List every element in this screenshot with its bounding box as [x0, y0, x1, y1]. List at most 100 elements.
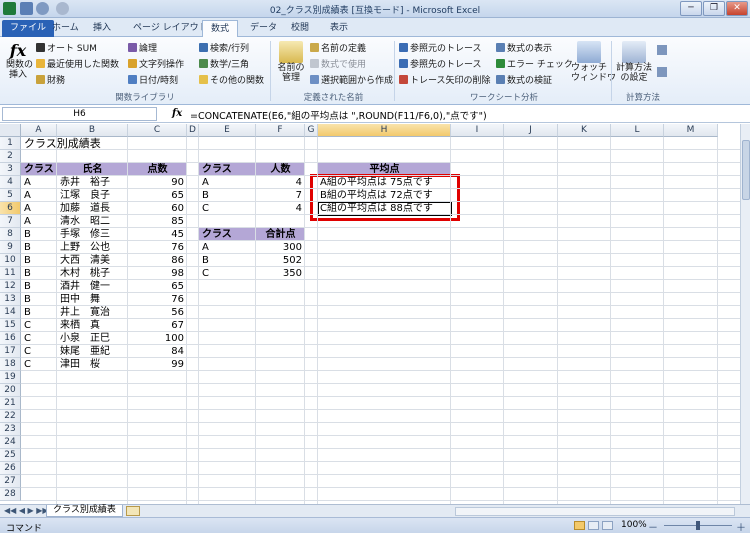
student-name[interactable]: 加藤 道長 — [60, 202, 110, 215]
student-class[interactable]: A — [24, 215, 31, 228]
recent-functions-button[interactable]: 最近使用した関数 — [36, 57, 119, 70]
student-name[interactable]: 来栖 真 — [60, 319, 100, 332]
tab-home[interactable]: ホーム — [44, 20, 87, 37]
column-header[interactable]: K — [558, 124, 611, 137]
row-header[interactable]: 24 — [0, 436, 21, 449]
total-class[interactable]: A — [202, 241, 209, 254]
evaluate-formula-button[interactable]: 数式の検証 — [496, 73, 552, 86]
student-name[interactable]: 江塚 良子 — [60, 189, 110, 202]
row-header[interactable]: 19 — [0, 371, 21, 384]
column-header[interactable]: B — [57, 124, 128, 137]
student-name[interactable]: 大西 清美 — [60, 254, 110, 267]
tab-review[interactable]: 校閲 — [283, 20, 317, 37]
insert-function-button[interactable]: fx 関数の 挿入 — [6, 41, 33, 80]
horizontal-scrollbar[interactable] — [455, 507, 735, 516]
calculate-now-icon[interactable] — [657, 45, 667, 55]
student-score[interactable]: 98 — [128, 267, 184, 280]
zoom-level[interactable]: 100% — [621, 520, 647, 530]
watch-window-button[interactable]: ウォッチ ウィンドウ — [571, 41, 616, 83]
student-score[interactable]: 84 — [128, 345, 184, 358]
show-formulas-button[interactable]: 数式の表示 — [496, 41, 552, 54]
average-text[interactable]: B組の平均点は 72点です — [320, 189, 433, 202]
total-class[interactable]: C — [202, 267, 209, 280]
row-header[interactable]: 7 — [0, 215, 21, 228]
student-class[interactable]: C — [24, 345, 31, 358]
zoom-slider-thumb[interactable] — [696, 521, 700, 530]
count-class[interactable]: C — [202, 202, 209, 215]
student-score[interactable]: 100 — [128, 332, 184, 345]
count-class[interactable]: A — [202, 176, 209, 189]
count-value[interactable]: 4 — [256, 176, 302, 189]
row-header[interactable]: 18 — [0, 358, 21, 371]
total-class[interactable]: B — [202, 254, 209, 267]
trace-precedents-button[interactable]: 参照元のトレース — [399, 41, 482, 54]
page-break-view-icon[interactable] — [602, 521, 613, 530]
total-value[interactable]: 350 — [256, 267, 302, 280]
use-in-formula-button[interactable]: 数式で使用 — [310, 57, 366, 70]
student-name[interactable]: 上野 公也 — [60, 241, 110, 254]
column-header[interactable]: I — [451, 124, 504, 137]
student-class[interactable]: B — [24, 280, 31, 293]
student-score[interactable]: 90 — [128, 176, 184, 189]
text-functions-button[interactable]: 文字列操作 — [128, 57, 184, 70]
student-class[interactable]: B — [24, 241, 31, 254]
student-name[interactable]: 酒井 健一 — [60, 280, 110, 293]
logical-button[interactable]: 論理 — [128, 41, 157, 54]
page-layout-view-icon[interactable] — [588, 521, 599, 530]
column-header[interactable]: D — [187, 124, 199, 137]
student-name[interactable]: 赤井 裕子 — [60, 176, 110, 189]
row-header[interactable]: 12 — [0, 280, 21, 293]
column-header[interactable]: C — [128, 124, 187, 137]
student-score[interactable]: 76 — [128, 293, 184, 306]
column-header[interactable]: M — [664, 124, 718, 137]
student-name[interactable]: 木村 桃子 — [60, 267, 110, 280]
sheet-nav-arrows[interactable]: ◀◀ ◀ ▶ ▶▶ — [4, 506, 49, 515]
math-button[interactable]: 数学/三角 — [199, 57, 249, 70]
define-name-button[interactable]: 名前の定義 — [310, 41, 366, 54]
name-box[interactable]: H6 — [2, 107, 157, 121]
tab-view[interactable]: 表示 — [322, 20, 356, 37]
student-name[interactable]: 田中 舞 — [60, 293, 100, 306]
worksheet-grid[interactable]: A B C D E F G H I J K L M クラス別成績表 クラス 氏名… — [0, 124, 740, 504]
student-class[interactable]: A — [24, 189, 31, 202]
tab-insert[interactable]: 挿入 — [85, 20, 119, 37]
student-score[interactable]: 99 — [128, 358, 184, 371]
sheet-tab-active[interactable]: クラス別成績表 — [46, 505, 123, 517]
row-header[interactable]: 11 — [0, 267, 21, 280]
insert-sheet-icon[interactable] — [126, 506, 140, 516]
student-class[interactable]: C — [24, 319, 31, 332]
zoom-in-button[interactable]: ＋ — [736, 519, 746, 534]
student-score[interactable]: 45 — [128, 228, 184, 241]
student-score[interactable]: 65 — [128, 189, 184, 202]
insert-function-icon[interactable]: fx — [172, 108, 182, 119]
trace-dependents-button[interactable]: 参照先のトレース — [399, 57, 482, 70]
student-score[interactable]: 56 — [128, 306, 184, 319]
student-class[interactable]: C — [24, 358, 31, 371]
row-header[interactable]: 26 — [0, 462, 21, 475]
student-name[interactable]: 手塚 修三 — [60, 228, 110, 241]
calculate-sheet-icon[interactable] — [657, 67, 667, 77]
column-header[interactable]: A — [21, 124, 57, 137]
row-header[interactable]: 9 — [0, 241, 21, 254]
column-header-active[interactable]: H — [318, 124, 451, 137]
row-header[interactable]: 14 — [0, 306, 21, 319]
row-header[interactable]: 28 — [0, 488, 21, 501]
column-header[interactable]: J — [504, 124, 558, 137]
column-header[interactable]: E — [199, 124, 256, 137]
row-header[interactable]: 27 — [0, 475, 21, 488]
row-header[interactable]: 3 — [0, 163, 21, 176]
normal-view-icon[interactable] — [574, 521, 585, 530]
row-header[interactable]: 13 — [0, 293, 21, 306]
minimize-button[interactable]: ─ — [680, 1, 702, 16]
vertical-scrollbar[interactable] — [740, 124, 750, 504]
student-score[interactable]: 86 — [128, 254, 184, 267]
row-header[interactable]: 5 — [0, 189, 21, 202]
row-header[interactable]: 20 — [0, 384, 21, 397]
column-header[interactable]: F — [256, 124, 305, 137]
student-class[interactable]: B — [24, 267, 31, 280]
student-class[interactable]: A — [24, 202, 31, 215]
row-header[interactable]: 16 — [0, 332, 21, 345]
average-text[interactable]: C組の平均点は 88点です — [320, 202, 433, 215]
count-class[interactable]: B — [202, 189, 209, 202]
row-header[interactable]: 8 — [0, 228, 21, 241]
